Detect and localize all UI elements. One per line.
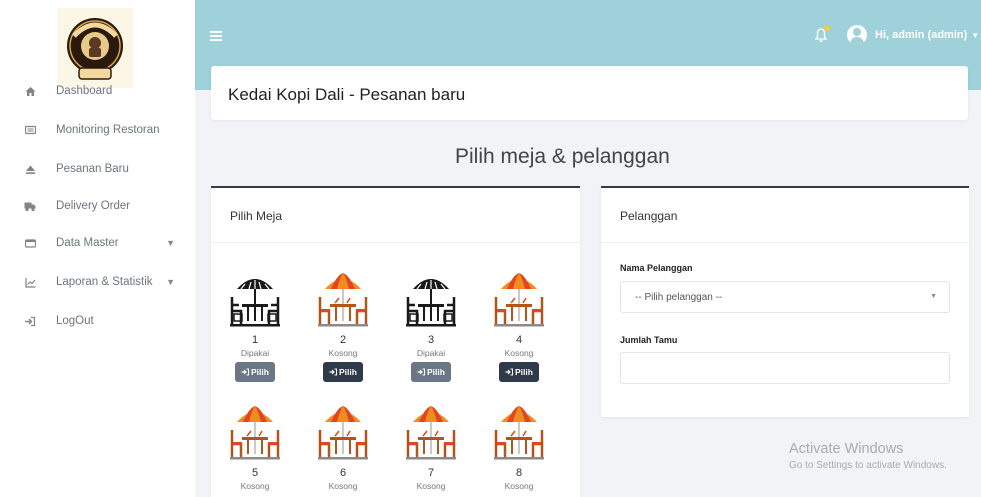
table-number: 5 — [251, 467, 259, 479]
chevron-down-icon: ▼ — [930, 293, 937, 300]
sign-in-icon — [241, 367, 251, 377]
user-name: Hi, admin (admin) — [875, 29, 968, 41]
watermark-subtitle: Go to Settings to activate Windows. — [789, 460, 947, 471]
empty-table-icon — [317, 400, 369, 462]
empty-table-icon — [229, 400, 281, 462]
pilih-table-button[interactable]: Pilih — [411, 362, 451, 382]
table-number: 4 — [515, 334, 523, 346]
windows-activation-watermark: Activate Windows Go to Settings to activ… — [789, 441, 947, 471]
monitor-icon — [24, 124, 36, 136]
table-item: 7 Kosong — [401, 400, 461, 491]
empty-table-icon — [405, 400, 457, 462]
table-item: 5 Kosong — [225, 400, 285, 491]
sidebar-item-logout[interactable]: LogOut — [0, 306, 195, 336]
sidebar-item-data-master[interactable]: Data Master ▼ — [0, 228, 195, 258]
table-number: 2 — [339, 334, 347, 346]
chevron-down-icon: ▼ — [971, 30, 980, 40]
nama-pelanggan-select[interactable]: -- Pilih pelanggan -- ▼ — [620, 281, 950, 313]
home-icon — [24, 85, 36, 97]
database-icon — [24, 237, 36, 249]
table-status: Kosong — [504, 481, 534, 491]
sidebar-item-label: LogOut — [56, 315, 94, 327]
table-number: 8 — [515, 467, 523, 479]
table-status: Kosong — [416, 481, 446, 491]
table-number: 3 — [427, 334, 435, 346]
table-item: 4 Kosong Pilih — [489, 267, 549, 382]
avatar — [847, 25, 867, 45]
section-heading: Pilih meja & pelanggan — [455, 145, 670, 168]
jumlah-tamu-input[interactable] — [620, 352, 950, 384]
sidebar-item-label: Monitoring Restoran — [56, 124, 160, 136]
sign-in-icon — [505, 367, 515, 377]
card-title: Pilih Meja — [230, 209, 283, 223]
sign-in-icon — [329, 367, 339, 377]
occupied-table-icon — [405, 267, 457, 329]
table-status: Kosong — [504, 348, 534, 358]
hamburger-menu-icon[interactable] — [210, 31, 222, 41]
chevron-down-icon: ▼ — [166, 277, 175, 287]
table-status: Kosong — [328, 481, 358, 491]
bell-icon[interactable] — [814, 25, 830, 43]
table-status: Dipakai — [416, 348, 446, 358]
page-title: Kedai Kopi Dali - Pesanan baru — [228, 85, 466, 104]
sidebar-item-pesanan-baru[interactable]: Pesanan Baru — [0, 154, 195, 184]
notification-dot — [824, 25, 830, 31]
table-item: 6 Kosong — [313, 400, 373, 491]
logout-icon — [24, 315, 36, 327]
pilih-button-label: Pilih — [251, 367, 269, 377]
table-item: 2 Kosong Pilih — [313, 267, 373, 382]
occupied-table-icon — [229, 267, 281, 329]
pilih-button-label: Pilih — [427, 367, 445, 377]
divider — [211, 242, 580, 243]
eject-icon — [24, 163, 36, 175]
sidebar-item-delivery-order[interactable]: Delivery Order — [0, 191, 195, 221]
pelanggan-card: Pelanggan Nama Pelanggan -- Pilih pelang… — [601, 186, 969, 417]
watermark-title: Activate Windows — [789, 441, 904, 457]
table-item: 8 Kosong — [489, 400, 549, 491]
card-title: Pelanggan — [620, 209, 678, 223]
pilih-button-label: Pilih — [339, 367, 357, 377]
pilih-table-button[interactable]: Pilih — [323, 362, 363, 382]
pilih-table-button[interactable]: Pilih — [235, 362, 275, 382]
divider — [601, 242, 969, 243]
table-item: 1 Dipakai Pilih — [225, 267, 285, 382]
empty-table-icon — [493, 400, 545, 462]
sidebar-item-label: Pesanan Baru — [56, 163, 129, 175]
sidebar-item-label: Delivery Order — [56, 200, 131, 212]
sidebar-item-dashboard[interactable]: Dashboard — [0, 76, 195, 106]
sidebar-item-label: Dashboard — [56, 85, 113, 97]
table-number: 1 — [251, 334, 259, 346]
sidebar-item-label: Data Master — [56, 237, 119, 249]
user-menu[interactable]: Hi, admin (admin) ▼ — [847, 25, 979, 45]
sidebar-item-monitoring[interactable]: Monitoring Restoran — [0, 115, 195, 145]
pilih-meja-card: Pilih Meja 1 Dipakai Pilih 2 Kosong Pilih 3 Dip… — [211, 186, 580, 497]
sidebar-item-laporan-statistik[interactable]: Laporan & Statistik ▼ — [0, 267, 195, 297]
sidebar-item-label: Laporan & Statistik — [56, 276, 153, 288]
pilih-button-label: Pilih — [515, 367, 533, 377]
chart-icon — [24, 276, 36, 288]
select-value: -- Pilih pelanggan -- — [635, 292, 723, 303]
empty-table-icon — [317, 267, 369, 329]
chevron-down-icon: ▼ — [166, 238, 175, 248]
page-header-card: Kedai Kopi Dali - Pesanan baru — [211, 66, 968, 120]
jumlah-tamu-label: Jumlah Tamu — [620, 335, 678, 345]
empty-table-icon — [493, 267, 545, 329]
sign-in-icon — [417, 367, 427, 377]
table-item: 3 Dipakai Pilih — [401, 267, 461, 382]
nama-pelanggan-label: Nama Pelanggan — [620, 263, 693, 273]
pilih-table-button[interactable]: Pilih — [499, 362, 539, 382]
table-status: Kosong — [328, 348, 358, 358]
sidebar: Dashboard Monitoring Restoran Pesanan Ba… — [0, 0, 195, 497]
table-number: 6 — [339, 467, 347, 479]
truck-icon — [24, 200, 36, 212]
table-number: 7 — [427, 467, 435, 479]
table-status: Kosong — [240, 481, 270, 491]
table-status: Dipakai — [240, 348, 270, 358]
